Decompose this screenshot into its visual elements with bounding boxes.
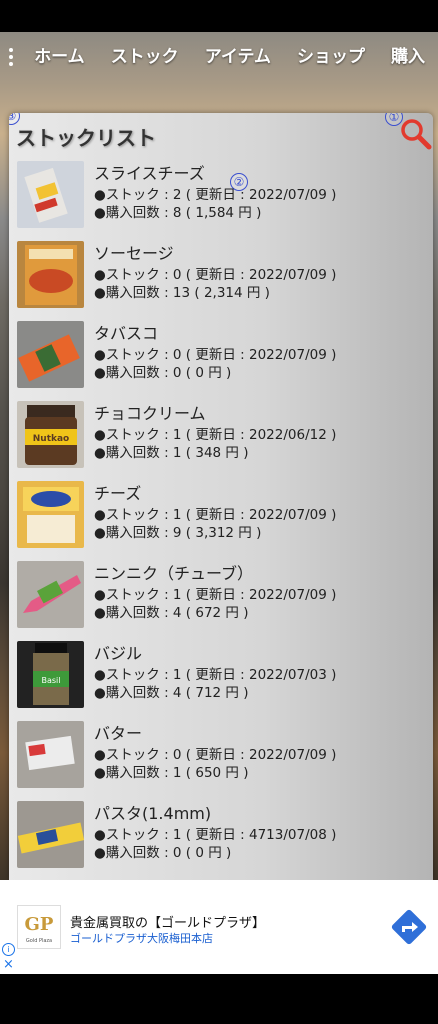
item-purchase: ●購入回数 : 9 ( 3,312 円 ) [94, 525, 262, 541]
list-item[interactable]: パスタ(1.4mm) ●ストック : 1 ( 更新日 : 4713/07/08 … [9, 801, 433, 880]
svg-text:GP: GP [25, 914, 54, 935]
item-stock: ●ストック : 0 ( 更新日 : 2022/07/09 ) [94, 747, 337, 763]
item-stock: ●ストック : 1 ( 更新日 : 2022/07/03 ) [94, 667, 337, 683]
item-stock: ●ストック : 1 ( 更新日 : 2022/07/09 ) [94, 587, 337, 603]
item-name: パスタ(1.4mm) [94, 804, 212, 823]
list-item[interactable]: ソーセージ ●ストック : 0 ( 更新日 : 2022/07/09 ) ●購入… [9, 241, 433, 321]
item-stock: ●ストック : 0 ( 更新日 : 2022/07/09 ) [94, 347, 337, 363]
item-name: タバスコ [94, 324, 159, 343]
item-thumbnail [17, 801, 84, 868]
nav-tabs: ホーム ストック アイテム ショップ 購入 [21, 32, 438, 82]
ad-logo: GP Gold Plaza [17, 905, 61, 949]
directions-icon [391, 909, 427, 945]
item-name: ニンニク（チューブ） [94, 564, 254, 583]
ad-logo-text: Gold Plaza [26, 938, 52, 944]
item-thumbnail [17, 481, 84, 548]
item-stock: ●ストック : 2 ( 更新日 : 2022/07/09 ) [94, 187, 337, 203]
list-item[interactable]: チーズ ●ストック : 1 ( 更新日 : 2022/07/09 ) ●購入回数… [9, 481, 433, 561]
svg-text:Nutkao: Nutkao [33, 434, 69, 444]
item-purchase: ●購入回数 : 4 ( 672 円 ) [94, 605, 249, 621]
list-item[interactable]: タバスコ ●ストック : 0 ( 更新日 : 2022/07/09 ) ●購入回… [9, 321, 433, 401]
item-stock: ●ストック : 1 ( 更新日 : 2022/07/09 ) [94, 507, 337, 523]
tab-stock[interactable]: ストック [98, 32, 192, 82]
item-purchase: ●購入回数 : 8 ( 1,584 円 ) [94, 205, 262, 221]
tab-shop[interactable]: ショップ [284, 32, 378, 82]
item-purchase: ●購入回数 : 1 ( 348 円 ) [94, 445, 249, 461]
item-purchase: ●購入回数 : 0 ( 0 円 ) [94, 845, 232, 861]
ad-subtitle[interactable]: ゴールドプラザ大阪梅田本店 [70, 930, 213, 946]
item-purchase: ●購入回数 : 13 ( 2,314 円 ) [94, 285, 270, 301]
ad-info-icon[interactable]: i [2, 943, 15, 956]
item-thumbnail [17, 161, 84, 228]
ad-close-icon[interactable]: × [3, 958, 14, 971]
item-stock: ●ストック : 1 ( 更新日 : 2022/06/12 ) [94, 427, 337, 443]
ad-directions-button[interactable] [390, 908, 428, 946]
page-title: ストックリスト [16, 126, 156, 150]
svg-text:Basil: Basil [41, 676, 60, 685]
item-name: スライスチーズ [94, 164, 205, 183]
search-icon [401, 119, 432, 150]
system-nav-bar [0, 974, 438, 1024]
item-purchase: ●購入回数 : 1 ( 650 円 ) [94, 765, 249, 781]
ad-title[interactable]: 貴金属買取の【ゴールドプラザ】 [70, 912, 265, 931]
ad-banner[interactable]: GP Gold Plaza 貴金属買取の【ゴールドプラザ】 ゴールドプラザ大阪梅… [0, 880, 438, 974]
item-stock: ●ストック : 1 ( 更新日 : 4713/07/08 ) [94, 827, 337, 843]
item-thumbnail [17, 241, 84, 308]
stock-list-panel: ③ ストックリスト ① ② スライスチーズ ●ストック : 2 ( 更新日 : … [9, 113, 433, 880]
overflow-menu-icon[interactable] [0, 32, 21, 82]
tab-purchase[interactable]: 購入 [378, 32, 438, 82]
tab-item[interactable]: アイテム [192, 32, 284, 82]
item-stock: ●ストック : 0 ( 更新日 : 2022/07/09 ) [94, 267, 337, 283]
item-name: チョコクリーム [94, 404, 206, 423]
item-thumbnail [17, 721, 84, 788]
list-item[interactable]: ニンニク（チューブ） ●ストック : 1 ( 更新日 : 2022/07/09 … [9, 561, 433, 641]
item-purchase: ●購入回数 : 0 ( 0 円 ) [94, 365, 232, 381]
item-name: バター [94, 724, 143, 743]
stock-list: スライスチーズ ●ストック : 2 ( 更新日 : 2022/07/09 ) ●… [9, 161, 433, 880]
item-name: チーズ [94, 484, 142, 503]
item-thumbnail: Basil [17, 641, 84, 708]
status-bar [0, 0, 438, 32]
item-purchase: ●購入回数 : 4 ( 712 円 ) [94, 685, 249, 701]
tab-home[interactable]: ホーム [21, 32, 98, 82]
item-thumbnail [17, 561, 84, 628]
item-name: バジル [94, 644, 143, 663]
list-item[interactable]: Basil バジル ●ストック : 1 ( 更新日 : 2022/07/03 )… [9, 641, 433, 721]
item-thumbnail [17, 321, 84, 388]
search-button[interactable] [399, 117, 433, 151]
list-item[interactable]: Nutkao チョコクリーム ●ストック : 1 ( 更新日 : 2022/06… [9, 401, 433, 481]
top-navigation: ホーム ストック アイテム ショップ 購入 [0, 32, 438, 82]
list-item[interactable]: バター ●ストック : 0 ( 更新日 : 2022/07/09 ) ●購入回数… [9, 721, 433, 801]
list-item[interactable]: スライスチーズ ●ストック : 2 ( 更新日 : 2022/07/09 ) ●… [9, 161, 433, 241]
item-name: ソーセージ [94, 244, 174, 263]
item-thumbnail: Nutkao [17, 401, 84, 468]
